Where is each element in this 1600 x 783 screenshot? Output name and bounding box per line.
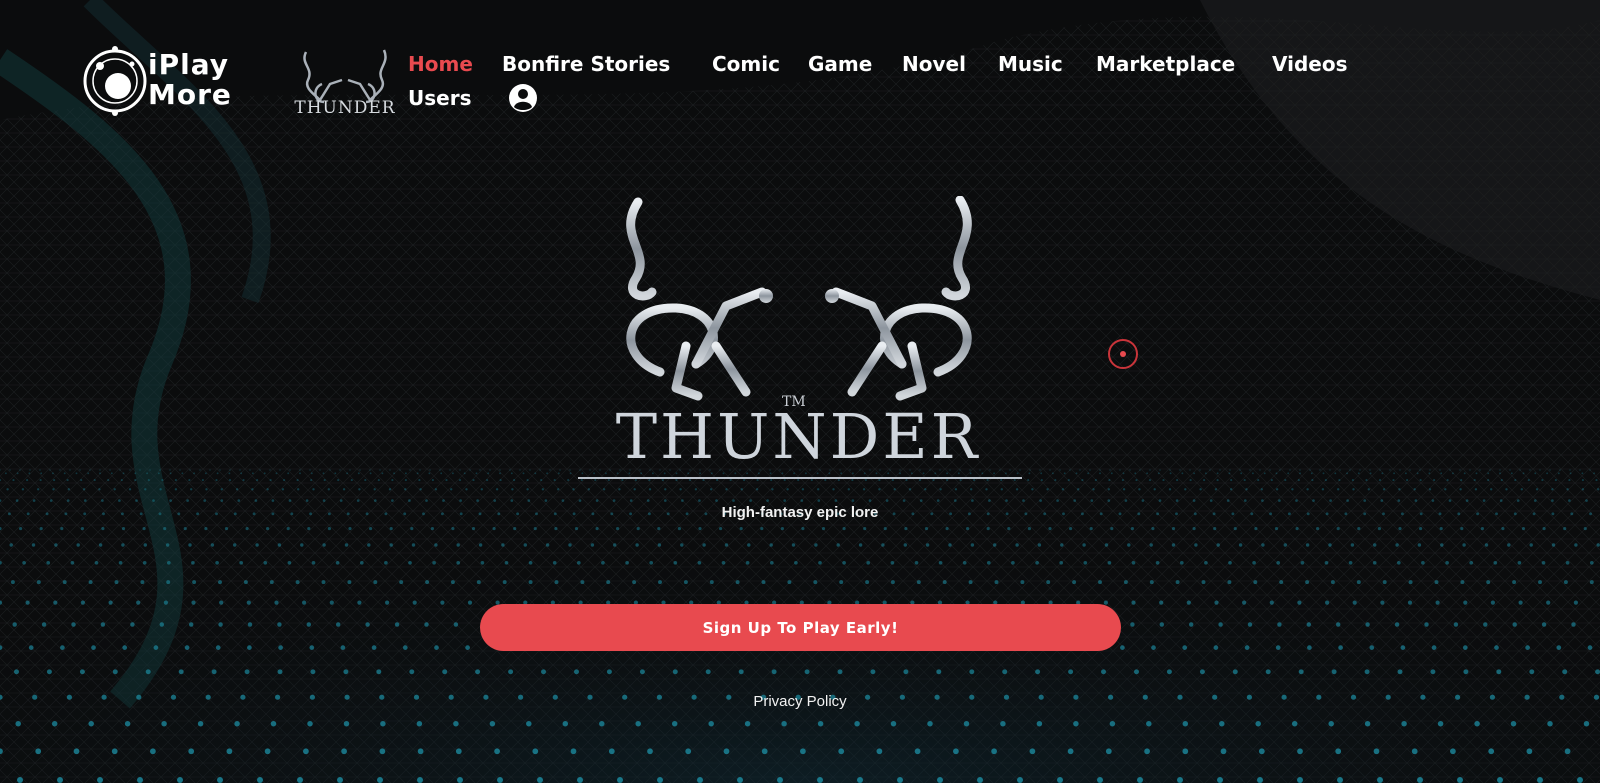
thunder-small-wordmark: THUNDER <box>294 98 396 118</box>
nav-item-bonfire-stories[interactable]: Bonfire Stories <box>502 52 670 76</box>
hero-divider <box>578 477 1022 479</box>
brand-name-line1: iPlay <box>148 48 230 81</box>
nav-item-comic[interactable]: Comic <box>712 52 780 76</box>
nav-item-game[interactable]: Game <box>808 52 872 76</box>
site-header: iPlay More THUNDER Home Bonfire Stories … <box>0 0 1600 130</box>
iplaymore-logo-icon[interactable] <box>80 46 150 116</box>
brand-wordmark[interactable]: iPlay More <box>148 50 232 110</box>
nav-item-novel[interactable]: Novel <box>902 52 966 76</box>
privacy-policy-link[interactable]: Privacy Policy <box>700 693 900 710</box>
signup-button[interactable]: Sign Up To Play Early! <box>480 604 1121 651</box>
hero-tagline: High-fantasy epic lore <box>721 504 879 521</box>
nav-item-users[interactable]: Users <box>408 86 471 110</box>
nav-item-music[interactable]: Music <box>998 52 1063 76</box>
hotspot-ring-icon[interactable] <box>1108 339 1138 369</box>
nav-item-videos[interactable]: Videos <box>1272 52 1348 76</box>
brand-name-line2: More <box>148 78 232 111</box>
nav-item-marketplace[interactable]: Marketplace <box>1096 52 1235 76</box>
account-circle-icon[interactable] <box>508 83 538 113</box>
hotspot-dot <box>1120 351 1126 357</box>
nav-item-home[interactable]: Home <box>408 52 473 76</box>
hero-wordmark: THUNDER <box>615 400 981 473</box>
